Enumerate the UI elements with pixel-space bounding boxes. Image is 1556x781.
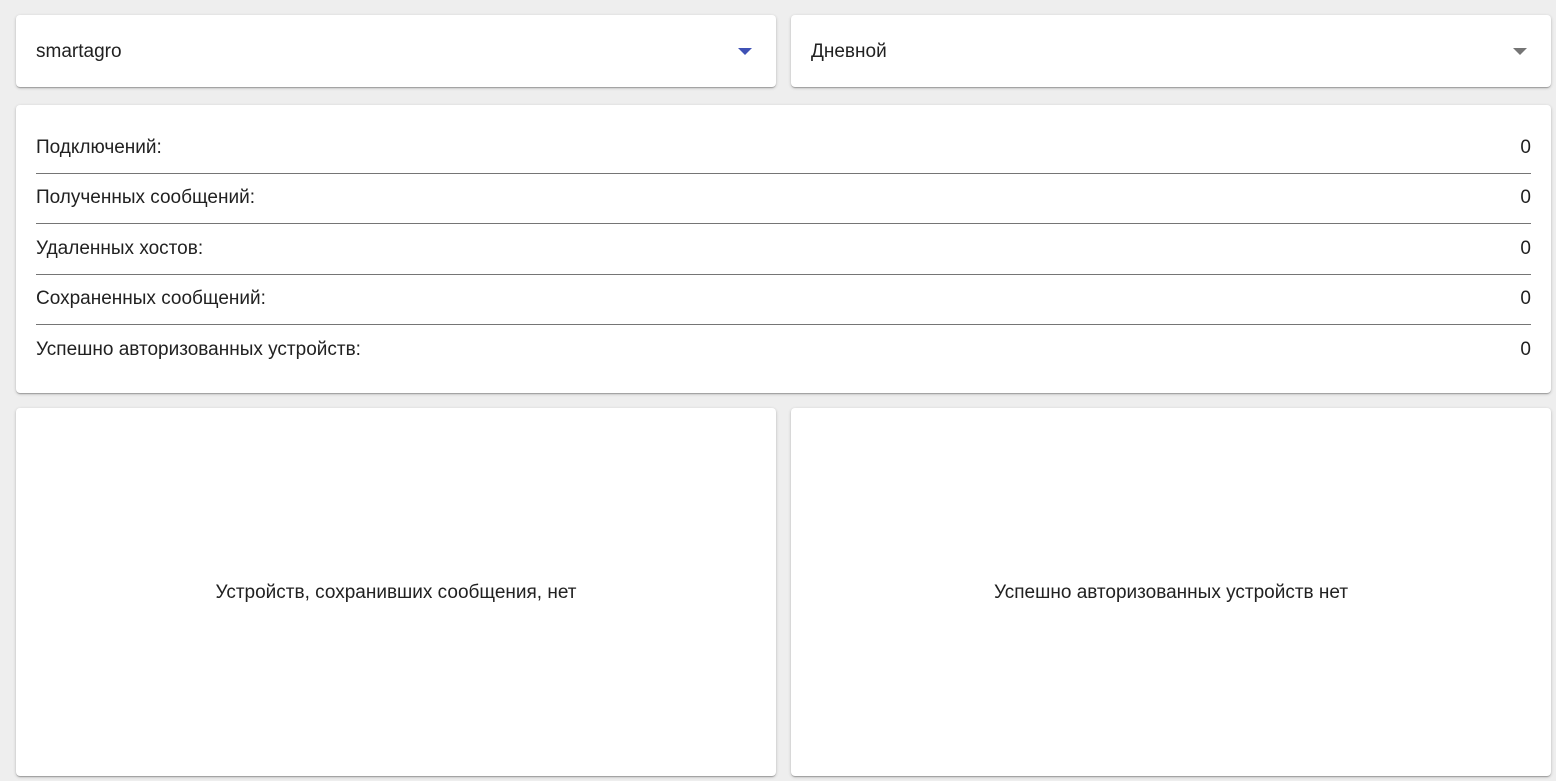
stat-row-authorized-devices: Успешно авторизованных устройств: 0 (36, 325, 1531, 376)
stat-row-received-messages: Полученных сообщений: 0 (36, 174, 1531, 224)
period-select-value: Дневной (811, 40, 887, 62)
stat-value: 0 (1520, 288, 1531, 310)
chevron-down-icon[interactable] (738, 47, 752, 55)
stat-label: Успешно авторизованных устройств: (36, 339, 361, 361)
stat-label: Удаленных хостов: (36, 237, 204, 259)
stat-value: 0 (1520, 339, 1531, 361)
tenant-select-value: smartagro (36, 40, 122, 62)
stat-value: 0 (1520, 136, 1531, 158)
stat-row-remote-hosts: Удаленных хостов: 0 (36, 224, 1531, 275)
empty-state-message: Устройств, сохранивших сообщения, нет (215, 581, 577, 603)
authorized-devices-panel: Успешно авторизованных устройств нет (791, 408, 1551, 776)
stats-card: Подключений: 0 Полученных сообщений: 0 У… (16, 105, 1551, 393)
empty-state-message: Успешно авторизованных устройств нет (993, 581, 1349, 603)
period-select[interactable]: Дневной (791, 15, 1551, 87)
stat-label: Полученных сообщений: (36, 187, 255, 209)
stat-row-connections: Подключений: 0 (36, 123, 1531, 174)
stat-row-saved-messages: Сохраненных сообщений: 0 (36, 275, 1531, 325)
stat-value: 0 (1520, 187, 1531, 209)
saved-devices-panel: Устройств, сохранивших сообщения, нет (16, 408, 776, 776)
stat-label: Подключений: (36, 136, 162, 158)
tenant-select[interactable]: smartagro (16, 15, 776, 87)
stat-value: 0 (1520, 237, 1531, 259)
stat-label: Сохраненных сообщений: (36, 288, 266, 310)
chevron-down-icon[interactable] (1513, 47, 1527, 55)
